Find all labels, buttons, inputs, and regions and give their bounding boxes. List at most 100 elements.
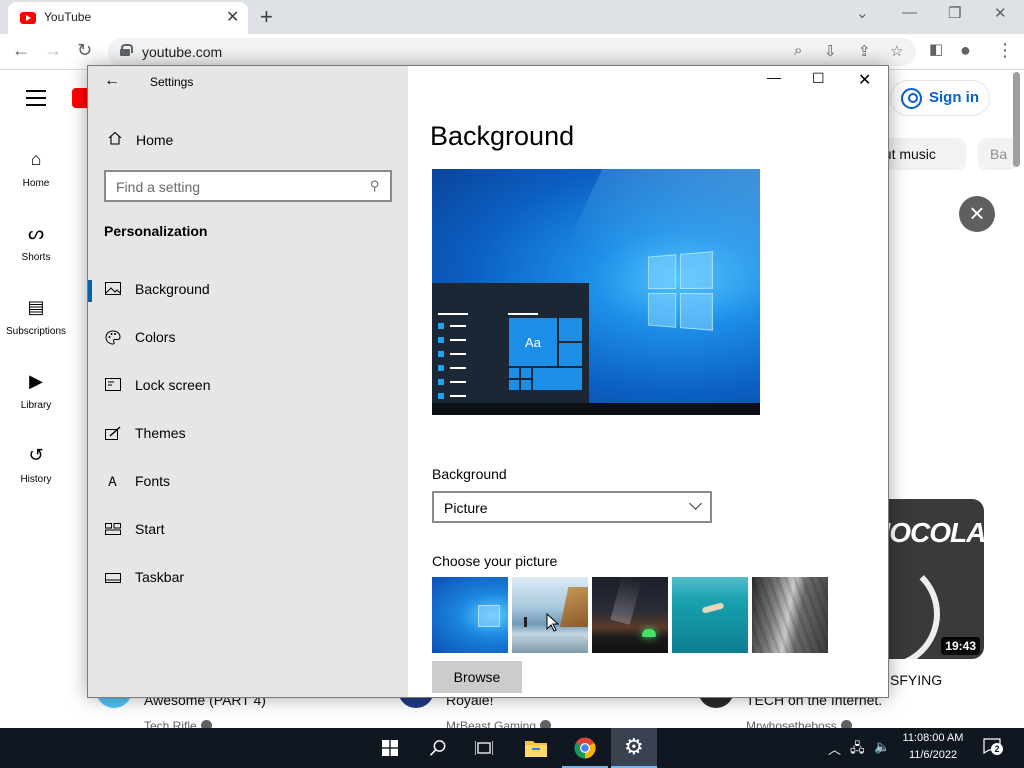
chrome-icon <box>574 737 596 759</box>
picture-thumbnail-3[interactable] <box>592 577 668 653</box>
minimize-browser-icon[interactable]: — <box>902 4 917 21</box>
nav-item-colors[interactable]: Colors <box>88 318 408 358</box>
reload-icon[interactable]: ↻ <box>77 40 92 61</box>
yt-nav-subscriptions[interactable]: ▤ Subscriptions <box>0 296 72 337</box>
choose-picture-label: Choose your picture <box>432 553 558 569</box>
search-icon: ⚲ <box>370 178 380 193</box>
yt-nav-label: History <box>20 474 52 485</box>
history-icon: ↺ <box>28 445 44 465</box>
browser-tab[interactable]: YouTube ✕ <box>8 2 248 34</box>
profile-icon[interactable]: ● <box>960 40 971 61</box>
network-icon[interactable]: 🖧 <box>850 739 865 761</box>
nav-label: Fonts <box>135 473 171 489</box>
side-panel-icon[interactable]: ◧ <box>929 40 943 58</box>
picture-thumbnail-4[interactable] <box>672 577 748 653</box>
show-hidden-icons-chevron-icon[interactable]: ︿ <box>828 739 841 758</box>
settings-app-title: Settings <box>150 75 194 89</box>
share-icon[interactable]: ⇪ <box>858 42 871 60</box>
task-view-icon <box>475 741 493 755</box>
notification-count-badge: 2 <box>991 743 1003 755</box>
page-title: Background <box>430 121 575 151</box>
folder-icon <box>525 741 547 757</box>
maximize-icon[interactable]: ☐ <box>812 70 825 87</box>
yt-nav-label: Subscriptions <box>5 326 67 337</box>
subscriptions-icon: ▤ <box>27 297 45 317</box>
windows-start-icon <box>382 740 398 756</box>
settings-home-link[interactable]: Home <box>104 129 394 155</box>
nav-item-fonts[interactable]: Ꭺ Fonts <box>88 462 408 502</box>
nav-label: Start <box>135 521 165 537</box>
search-button[interactable] <box>414 728 460 768</box>
close-icon[interactable]: ✕ <box>858 70 871 90</box>
search-icon <box>429 740 446 756</box>
browse-button[interactable]: Browse <box>432 661 522 693</box>
search-icon[interactable]: ⌕ <box>794 42 802 59</box>
start-button[interactable] <box>367 728 413 768</box>
new-tab-icon[interactable]: + <box>260 4 273 30</box>
nav-item-start[interactable]: Start <box>88 510 408 550</box>
sign-in-label: Sign in <box>929 89 979 106</box>
shorts-icon: ᔕ <box>27 223 45 243</box>
yt-nav-home[interactable]: ⌂ Home <box>0 148 72 189</box>
home-icon <box>108 131 122 145</box>
tab-search-chevron-icon[interactable]: ⌄ <box>856 4 869 22</box>
system-clock[interactable]: 11:08:00 AM 11/6/2022 <box>893 730 973 764</box>
clock-time: 11:08:00 AM <box>902 732 964 744</box>
youtube-favicon-icon <box>20 12 36 24</box>
yt-nav-history[interactable]: ↺ History <box>0 444 72 485</box>
close-tab-icon[interactable]: ✕ <box>226 7 239 27</box>
restore-browser-icon[interactable]: ❐ <box>948 4 961 22</box>
minimize-icon[interactable]: — <box>767 69 781 85</box>
picture-thumbnail-2[interactable] <box>512 577 588 653</box>
sign-in-button[interactable]: Sign in <box>890 80 990 116</box>
start-menu-preview: Aa <box>432 283 589 407</box>
search-placeholder: Find a setting <box>116 179 201 195</box>
nav-item-background[interactable]: Background <box>88 270 408 310</box>
task-view-button[interactable] <box>461 728 507 768</box>
filter-chip[interactable]: Ba <box>978 138 1018 170</box>
background-label: Background <box>432 466 507 482</box>
browser-menu-icon[interactable]: ⋮ <box>996 40 1014 61</box>
yt-nav-label: Library <box>20 400 52 411</box>
chevron-down-icon <box>689 497 702 510</box>
close-browser-icon[interactable]: ✕ <box>994 4 1007 22</box>
back-icon[interactable]: ← <box>12 40 30 61</box>
action-center-button[interactable]: 2 <box>983 738 1003 756</box>
taskbar-preview <box>432 403 760 415</box>
settings-sidebar: ← Settings Home Find a setting ⚲ Persona… <box>88 66 408 697</box>
settings-button[interactable]: ⚙ <box>611 728 657 768</box>
nav-label: Lock screen <box>135 377 211 393</box>
file-explorer-button[interactable] <box>513 728 559 768</box>
page-scrollbar-thumb[interactable] <box>1013 72 1020 167</box>
find-setting-input[interactable]: Find a setting ⚲ <box>104 170 392 202</box>
account-icon <box>901 88 922 109</box>
volume-icon[interactable]: 🔈 <box>874 739 890 755</box>
start-icon <box>104 522 122 538</box>
back-arrow-icon[interactable]: ← <box>104 72 120 90</box>
picture-thumbnail-5[interactable] <box>752 577 828 653</box>
dropdown-value: Picture <box>444 500 488 516</box>
nav-item-lock-screen[interactable]: Lock screen <box>88 366 408 406</box>
background-dropdown[interactable]: Picture <box>432 491 712 523</box>
mouse-cursor-icon <box>546 613 560 632</box>
tab-title: YouTube <box>44 10 92 24</box>
lock-icon[interactable] <box>120 44 133 56</box>
yt-nav-shorts[interactable]: ᔕ Shorts <box>0 222 72 263</box>
taskbar-icon <box>104 570 122 586</box>
url-text[interactable]: youtube.com <box>142 44 222 60</box>
nav-item-themes[interactable]: Themes <box>88 414 408 454</box>
forward-icon[interactable]: → <box>44 40 62 61</box>
close-banner-icon[interactable]: × <box>959 196 995 232</box>
hamburger-menu-icon[interactable] <box>26 90 46 106</box>
nav-item-taskbar[interactable]: Taskbar <box>88 558 408 598</box>
video-title[interactable]: SFYING <box>890 672 942 688</box>
address-bar[interactable]: youtube.com ⌕ ⇩ ⇪ ☆ <box>108 38 916 66</box>
install-icon[interactable]: ⇩ <box>824 42 837 60</box>
chrome-button[interactable] <box>562 728 608 768</box>
video-duration: 19:43 <box>941 637 980 655</box>
lock-screen-icon <box>104 378 122 394</box>
picture-thumbnail-1[interactable] <box>432 577 508 653</box>
bookmark-star-icon[interactable]: ☆ <box>890 42 903 60</box>
yt-nav-library[interactable]: ▶ Library <box>0 370 72 411</box>
windows-logo-graphic <box>647 251 715 332</box>
